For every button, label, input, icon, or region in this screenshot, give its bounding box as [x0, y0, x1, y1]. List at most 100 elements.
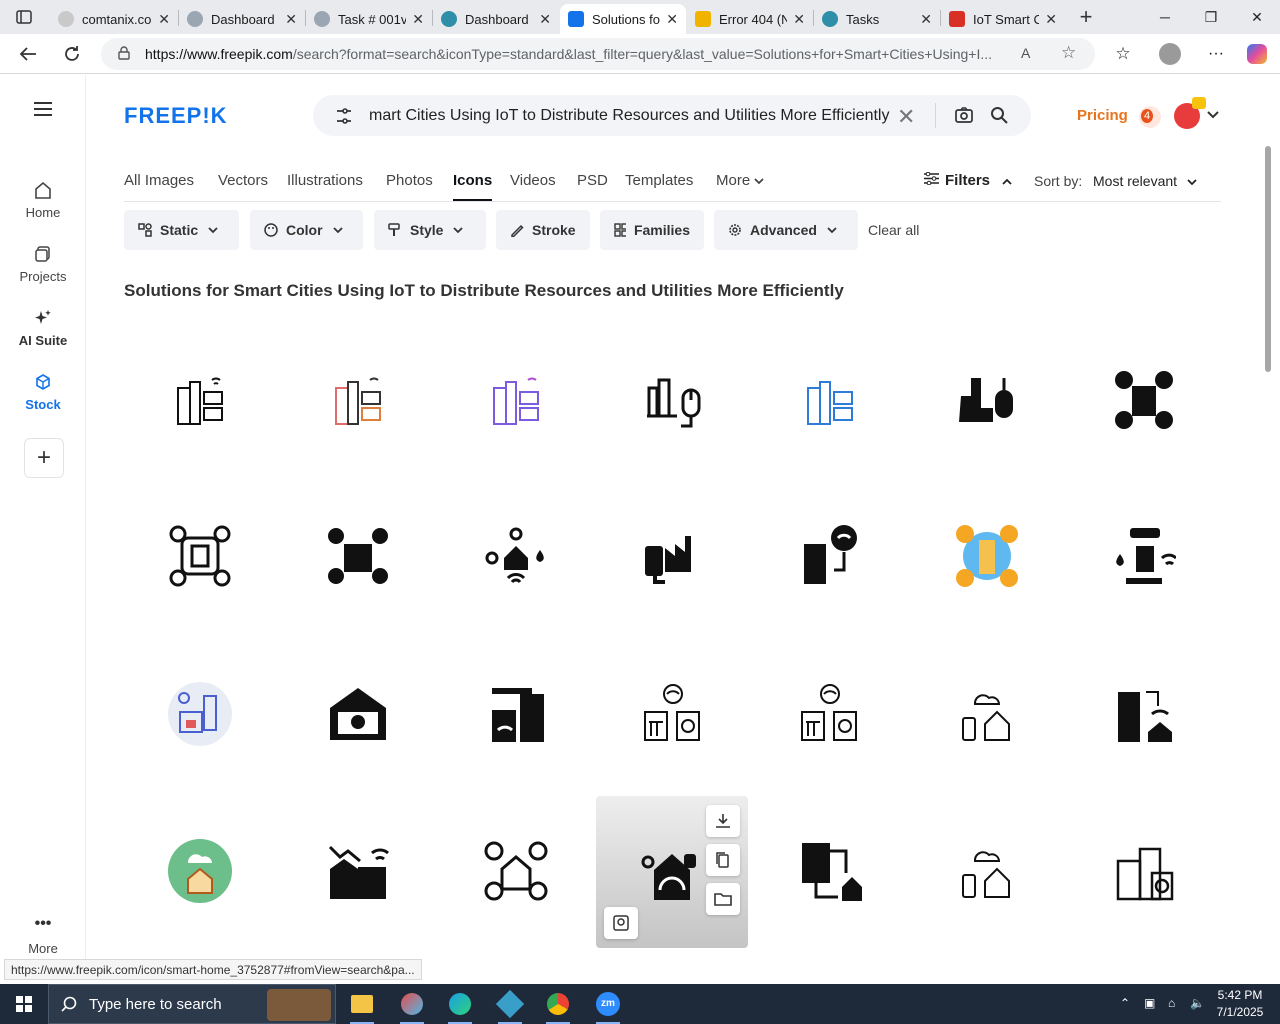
close-tab-icon[interactable]: ✕ [666, 11, 678, 28]
icon-result-smart-device-hub[interactable] [124, 480, 276, 632]
icon-result-home-resources[interactable] [440, 480, 592, 632]
close-tab-icon[interactable]: ✕ [158, 11, 170, 28]
save-to-collection-button[interactable] [706, 883, 740, 915]
sidebar-item-home[interactable]: Home [0, 181, 86, 220]
browser-tab-1[interactable]: Dashboard ✕ [179, 4, 305, 34]
close-tab-icon[interactable]: ✕ [539, 11, 551, 28]
browser-tab-2[interactable]: Task # 001v- ✕ [306, 4, 432, 34]
scrollbar-thumb[interactable] [1265, 146, 1271, 372]
filter-color[interactable]: Color [250, 210, 363, 250]
icon-result-green-cloud-home[interactable] [124, 795, 276, 947]
search-input[interactable]: mart Cities Using IoT to Distribute Reso… [369, 107, 899, 125]
search-icon[interactable] [990, 106, 1008, 124]
page-scrollbar[interactable] [1262, 140, 1272, 970]
file-explorer-icon[interactable] [342, 988, 382, 1024]
browser-tab-4[interactable]: Solutions fo ✕ [560, 4, 686, 34]
reload-icon[interactable] [57, 40, 87, 68]
read-aloud-icon[interactable]: A [1021, 45, 1030, 61]
copy-button[interactable] [706, 844, 740, 876]
icon-result-smart-home-shield[interactable] [282, 480, 434, 632]
icon-result-civic-sun-wifi[interactable] [597, 638, 749, 790]
icon-result-building-wifi[interactable] [754, 480, 906, 632]
icon-result-smart-building-circle[interactable] [124, 638, 276, 790]
address-bar[interactable]: https://www.freepik.com/search?format=se… [101, 38, 1095, 70]
icon-result-growth-building[interactable] [282, 795, 434, 947]
minimize-icon[interactable]: ─ [1142, 0, 1188, 34]
back-icon[interactable] [13, 40, 43, 68]
network-icon[interactable]: ⌂ [1168, 996, 1175, 1010]
filter-stroke[interactable]: Stroke [496, 210, 590, 250]
camera-search-icon[interactable] [955, 106, 973, 124]
tab-icons[interactable]: Icons [453, 172, 493, 201]
chrome-icon[interactable] [538, 988, 578, 1024]
tab-videos[interactable]: Videos [510, 172, 556, 189]
icon-result-smart-city-color[interactable] [282, 324, 434, 476]
chevron-down-icon[interactable] [1207, 111, 1219, 119]
favorites-icon[interactable]: ☆ [1108, 40, 1138, 68]
icon-result-smart-building-hub[interactable] [1068, 324, 1220, 476]
icon-result-building-home-link[interactable] [754, 795, 906, 947]
filters-toggle[interactable]: Filters [924, 171, 1012, 189]
tab-more[interactable]: More [716, 172, 764, 189]
sidebar-item-stock[interactable]: Stock [0, 373, 86, 412]
tray-chevron-icon[interactable]: ⌃ [1120, 996, 1130, 1010]
sidebar-menu-icon[interactable] [0, 101, 86, 123]
freepik-logo[interactable]: FREEP!K [124, 103, 228, 129]
tab-photos[interactable]: Photos [386, 172, 433, 189]
browser-tab-3[interactable]: Dashboard ✕ [433, 4, 559, 34]
paint-icon[interactable] [392, 988, 432, 1024]
add-button[interactable]: + [24, 438, 64, 478]
close-tab-icon[interactable]: ✕ [920, 11, 932, 28]
filter-style[interactable]: Style [374, 210, 486, 250]
icon-result-smart-home-hovered[interactable] [596, 796, 748, 948]
volume-icon[interactable]: 🔈 [1190, 996, 1205, 1010]
sidebar-item-more[interactable]: ••• More [0, 915, 86, 956]
icon-result-smart-grid-building[interactable] [440, 638, 592, 790]
icon-result-factory-touch[interactable] [597, 480, 749, 632]
filter-families[interactable]: Families [600, 210, 704, 250]
icon-result-buildings-meter[interactable] [1068, 795, 1220, 947]
tab-vectors[interactable]: Vectors [218, 172, 268, 189]
download-button[interactable] [706, 805, 740, 837]
close-tab-icon[interactable]: ✕ [412, 11, 424, 28]
tab-templates[interactable]: Templates [625, 172, 693, 189]
tab-actions-icon[interactable] [10, 4, 38, 30]
restore-icon[interactable]: ❐ [1188, 0, 1234, 34]
search-type-icon[interactable] [335, 107, 353, 125]
tab-psd[interactable]: PSD [577, 172, 608, 189]
filter-advanced[interactable]: Advanced [714, 210, 858, 250]
icon-result-smart-city-color-circle[interactable] [911, 480, 1063, 632]
icon-result-city-mouse-outline[interactable] [597, 324, 749, 476]
browser-tab-5[interactable]: Error 404 (N ✕ [687, 4, 813, 34]
icon-result-civic-sun-wifi-2[interactable] [754, 638, 906, 790]
close-tab-icon[interactable]: ✕ [285, 11, 297, 28]
icon-result-tower-home-wifi[interactable] [1068, 638, 1220, 790]
meet-now-icon[interactable]: ▣ [1144, 996, 1155, 1010]
clock[interactable]: 5:42 PM 7/1/2025 [1208, 987, 1272, 1021]
icon-result-smart-city-gradient[interactable] [440, 324, 592, 476]
taskbar-search[interactable]: Type here to search [48, 984, 336, 1024]
icon-result-cloud-home[interactable] [911, 638, 1063, 790]
close-tab-icon[interactable]: ✕ [793, 11, 805, 28]
icon-result-smart-home-outline-hub[interactable] [440, 795, 592, 947]
icon-result-city-mouse-solid[interactable] [911, 324, 1063, 476]
tab-all-images[interactable]: All Images [124, 172, 194, 189]
icon-result-smart-city-blue[interactable] [754, 324, 906, 476]
new-tab-icon[interactable]: + [1072, 4, 1100, 30]
settings-more-icon[interactable]: ··· [1201, 40, 1231, 68]
notifications-icon[interactable]: 4 [1139, 106, 1161, 128]
clear-search-icon[interactable]: ✕ [897, 104, 915, 130]
edge-icon[interactable] [440, 988, 480, 1024]
favorite-star-icon[interactable]: ☆ [1061, 43, 1076, 63]
search-similar-button[interactable] [604, 907, 638, 939]
windows-start-icon[interactable] [4, 988, 44, 1020]
sort-dropdown[interactable]: Most relevant [1093, 173, 1197, 189]
zoom-icon[interactable]: zm [588, 988, 628, 1024]
close-window-icon[interactable]: ✕ [1234, 0, 1280, 34]
browser-tab-6[interactable]: Tasks ✕ [814, 4, 940, 34]
copilot-icon[interactable] [1242, 40, 1272, 68]
close-tab-icon[interactable]: ✕ [1045, 11, 1057, 28]
app-icon[interactable] [490, 988, 530, 1024]
avatar[interactable] [1174, 97, 1206, 129]
clear-all-link[interactable]: Clear all [868, 222, 919, 238]
